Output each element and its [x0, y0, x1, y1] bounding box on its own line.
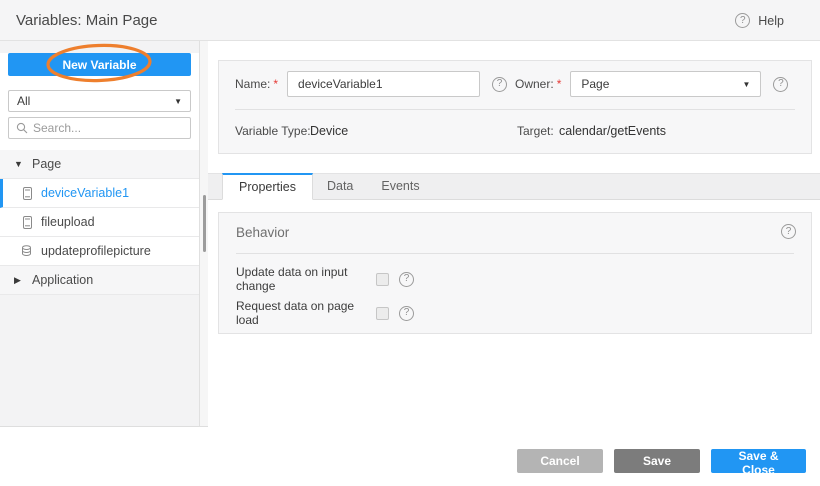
- update-data-option-row: Update data on input change: [236, 271, 414, 287]
- owner-select[interactable]: Page: [570, 71, 761, 97]
- tree-group-label: Page: [32, 157, 61, 171]
- cancel-button[interactable]: Cancel: [517, 449, 603, 473]
- variables-dialog: Variables: Main Page Help New Variable A…: [0, 0, 820, 486]
- update-data-help-icon[interactable]: [399, 272, 414, 287]
- detail-tabs: Properties Data Events: [208, 173, 820, 200]
- tree-item-fileupload[interactable]: fileupload: [0, 208, 199, 237]
- dialog-footer: Cancel Save Save & Close: [517, 449, 806, 473]
- collapse-icon[interactable]: [14, 159, 24, 169]
- tree-group-page[interactable]: Page: [0, 150, 199, 179]
- new-variable-button[interactable]: New Variable: [8, 53, 191, 76]
- expand-icon[interactable]: [14, 275, 24, 286]
- save-button[interactable]: Save: [614, 449, 700, 473]
- behavior-help-icon[interactable]: [781, 224, 796, 239]
- name-help-icon[interactable]: [492, 77, 507, 92]
- required-marker: *: [273, 77, 278, 91]
- tree-item-label: fileupload: [41, 215, 95, 229]
- target-label: Target:: [517, 121, 554, 141]
- sidebar-scrollbar: [199, 41, 208, 427]
- variables-sidebar: New Variable All Page deviceVar: [0, 41, 199, 427]
- page-title: Variables: Main Page: [16, 0, 157, 41]
- device-variable-icon: [21, 187, 33, 200]
- name-owner-row: Name: * Owner: * Page: [219, 71, 811, 97]
- name-label: Name:: [235, 77, 270, 91]
- tree-group-application[interactable]: Application: [0, 266, 199, 295]
- tab-properties[interactable]: Properties: [222, 173, 313, 200]
- target-value: calendar/getEvents: [559, 121, 666, 141]
- name-input[interactable]: [287, 71, 480, 97]
- help-link[interactable]: Help: [735, 0, 784, 41]
- chevron-down-icon: [174, 97, 182, 106]
- variable-type-value: Device: [310, 121, 348, 141]
- behavior-section-title: Behavior: [236, 225, 289, 240]
- tab-data[interactable]: Data: [313, 174, 367, 199]
- help-icon: [735, 13, 750, 28]
- tree-item-label: deviceVariable1: [41, 186, 129, 200]
- variable-detail-panel: Name: * Owner: * Page Variable Typ: [208, 41, 820, 486]
- type-target-row: Variable Type: Device Target: calendar/g…: [219, 121, 811, 141]
- tree-item-updateprofilepicture[interactable]: updateprofilepicture: [0, 237, 199, 266]
- update-data-label: Update data on input change: [236, 265, 376, 293]
- sidebar-controls: New Variable All: [0, 53, 199, 150]
- request-data-option-row: Request data on page load: [236, 305, 414, 321]
- tree-item-devicevariable1[interactable]: deviceVariable1: [0, 179, 199, 208]
- variable-type-label: Variable Type:: [235, 121, 311, 141]
- device-variable-icon: [21, 216, 33, 229]
- divider: [235, 109, 795, 110]
- variable-summary-box: Name: * Owner: * Page Variable Typ: [218, 60, 812, 154]
- save-and-close-button[interactable]: Save & Close: [711, 449, 806, 473]
- owner-selected-value: Page: [581, 77, 742, 91]
- request-data-checkbox[interactable]: [376, 307, 389, 320]
- divider: [236, 253, 794, 254]
- variable-filter-select[interactable]: All: [8, 90, 191, 112]
- chevron-down-icon: [742, 80, 750, 89]
- service-variable-icon: [21, 245, 33, 257]
- filter-selected-value: All: [17, 94, 174, 108]
- dialog-header: Variables: Main Page Help: [0, 0, 820, 41]
- request-data-label: Request data on page load: [236, 299, 376, 327]
- variables-tree: Page deviceVariable1 fileupload updatepr…: [0, 150, 199, 295]
- name-field-group: Name: *: [235, 71, 507, 97]
- tree-group-label: Application: [32, 273, 93, 287]
- help-label: Help: [758, 14, 784, 28]
- tree-item-label: updateprofilepicture: [41, 244, 151, 258]
- behavior-section: Behavior Update data on input change Req…: [218, 212, 812, 334]
- required-marker: *: [557, 77, 562, 91]
- owner-field-group: Owner: * Page: [515, 71, 788, 97]
- owner-help-icon[interactable]: [773, 77, 788, 92]
- owner-label: Owner:: [515, 77, 554, 91]
- update-data-checkbox[interactable]: [376, 273, 389, 286]
- search-input[interactable]: [33, 121, 188, 135]
- tab-events[interactable]: Events: [367, 174, 433, 199]
- scrollbar-thumb[interactable]: [203, 195, 206, 252]
- search-box: [8, 117, 191, 139]
- request-data-help-icon[interactable]: [399, 306, 414, 321]
- search-icon: [16, 122, 28, 134]
